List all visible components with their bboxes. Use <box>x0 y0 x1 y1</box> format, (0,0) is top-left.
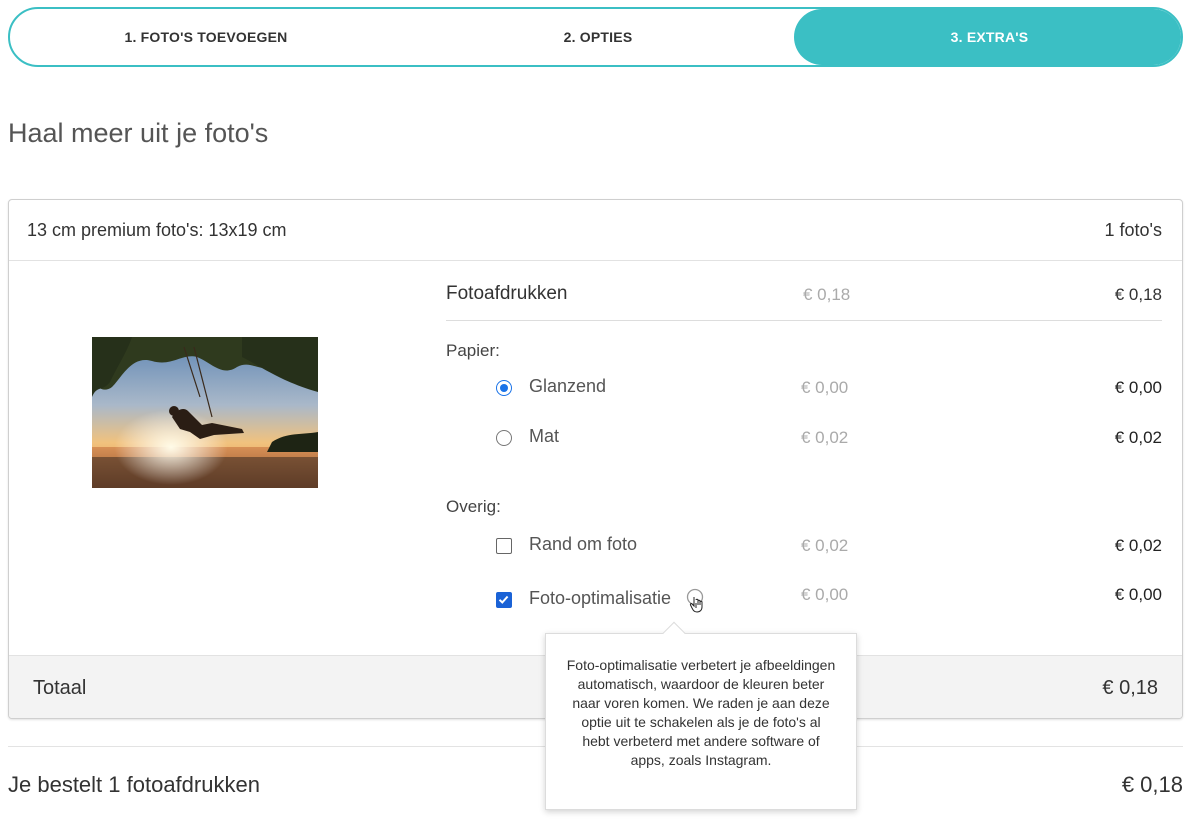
glossy-total: € 0,00 <box>1114 378 1162 397</box>
photo-thumbnail <box>92 337 318 488</box>
total-label: Totaal <box>33 677 87 699</box>
order-summary: Je bestelt 1 fotoafdrukken <box>8 772 260 797</box>
border-unit-price: € 0,02 <box>801 536 849 555</box>
paper-section-label: Papier: <box>446 341 500 360</box>
option-prints-total: € 0,18 <box>1114 285 1162 304</box>
page-title: Haal meer uit je foto's <box>8 118 269 148</box>
photo-optimization-tooltip: Foto-optimalisatie verbetert je afbeeldi… <box>545 621 857 810</box>
info-icon[interactable] <box>686 588 704 613</box>
photo-optimization-total: € 0,00 <box>1114 585 1162 604</box>
border-label[interactable]: Rand om foto <box>529 534 637 555</box>
matte-unit-price: € 0,02 <box>801 428 849 447</box>
glossy-radio[interactable] <box>496 380 512 396</box>
card-header: 13 cm premium foto's: 13x19 cm 1 foto's <box>9 200 1182 261</box>
total-value: € 0,18 <box>1102 677 1158 699</box>
tooltip-text: Foto-optimalisatie verbetert je afbeeldi… <box>566 657 836 768</box>
matte-label[interactable]: Mat <box>529 426 559 447</box>
photo-optimization-checkbox[interactable] <box>496 592 512 608</box>
paper-option-matte[interactable]: Mat € 0,02 € 0,02 <box>496 426 1162 456</box>
matte-radio[interactable] <box>496 430 512 446</box>
other-section-label: Overig: <box>446 497 501 516</box>
other-option-photo-optimization[interactable]: Foto-optimalisatie € 0,00 € 0,00 <box>496 585 1162 618</box>
border-total: € 0,02 <box>1114 536 1162 555</box>
border-checkbox[interactable] <box>496 538 512 554</box>
option-prints-unit-price: € 0,18 <box>803 285 851 304</box>
step-extras[interactable]: 3. EXTRA'S <box>794 9 1181 65</box>
matte-total: € 0,02 <box>1114 428 1162 447</box>
paper-option-glossy[interactable]: Glanzend € 0,00 € 0,00 <box>496 376 1162 406</box>
checkout-stepper: 1. FOTO'S TOEVOEGEN 2. OPTIES 3. EXTRA'S <box>8 7 1183 67</box>
photo-optimization-label[interactable]: Foto-optimalisatie <box>529 588 671 609</box>
product-name: 13 cm premium foto's: 13x19 cm <box>27 219 287 240</box>
step-options[interactable]: 2. OPTIES <box>402 9 794 65</box>
glossy-label[interactable]: Glanzend <box>529 376 606 397</box>
photo-optimization-unit-price: € 0,00 <box>801 585 849 604</box>
step-add-photos[interactable]: 1. FOTO'S TOEVOEGEN <box>10 9 402 65</box>
order-summary-price: € 0,18 <box>1121 772 1183 797</box>
other-option-border[interactable]: Rand om foto € 0,02 € 0,02 <box>496 534 1162 564</box>
option-prints-row: Fotoafdrukken € 0,18 € 0,18 <box>446 281 1162 321</box>
glossy-unit-price: € 0,00 <box>801 378 849 397</box>
photo-count: 1 foto's <box>1104 219 1162 240</box>
option-prints-label: Fotoafdrukken <box>446 283 568 304</box>
